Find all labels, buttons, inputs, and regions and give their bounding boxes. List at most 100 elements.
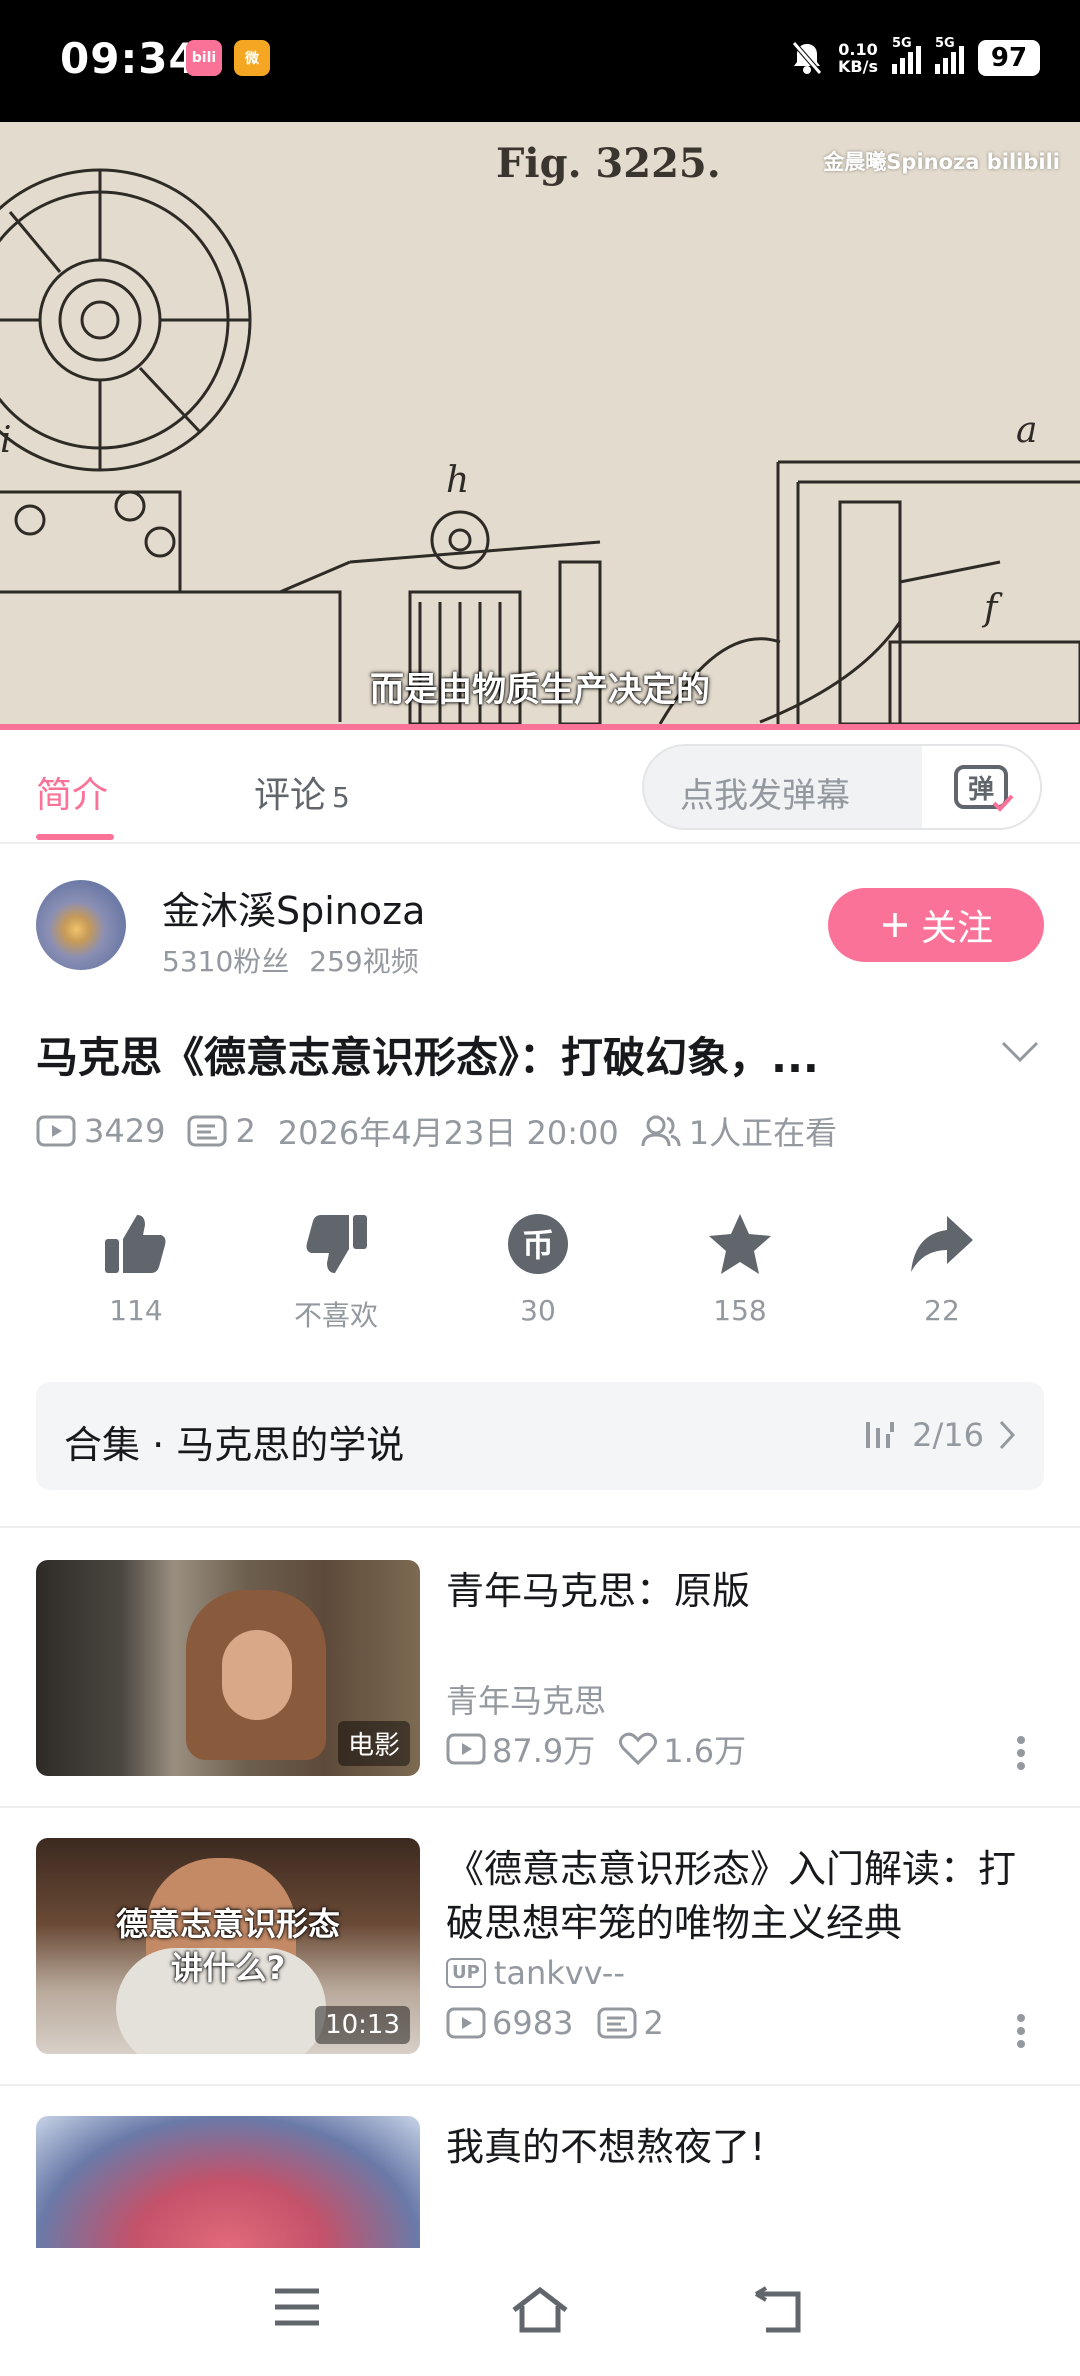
related-video-title: 青年马克思：原版 (446, 1569, 751, 1613)
thumbs-down-icon (306, 1215, 367, 1273)
star-icon (709, 1214, 771, 1274)
dislike-button[interactable]: 不喜欢 (266, 1206, 406, 1334)
related-video-title: 《德意志意识形态》入门解读：打破思想牢笼的唯物主义经典 (446, 1847, 1017, 1945)
danmaku-count-icon (187, 1115, 227, 1147)
viewers-icon (641, 1115, 681, 1147)
video-title: 马克思《德意志意识形态》：打破幻象，... (36, 1033, 819, 1082)
follow-label: 关注 (920, 908, 993, 949)
video-subtitle: 而是由物质生产决定的 (370, 670, 710, 710)
video-thumbnail: 电影 (36, 1560, 420, 1776)
view-count: 3429 (84, 1112, 166, 1150)
danmaku-input[interactable]: 点我发弹幕 弹 (642, 744, 1042, 830)
collection-card[interactable]: 合集 · 马克思的学说 2/16 (36, 1382, 1044, 1490)
thumbnail-text-line1: 德意志意识形态 (115, 1905, 340, 1943)
svg-text:h: h (446, 460, 469, 501)
mute-bell-icon (792, 41, 822, 75)
related-video-uploader: UP tankvv-- (446, 1954, 625, 1992)
menu-icon[interactable] (272, 2286, 322, 2328)
list-divider (0, 1806, 1080, 1808)
share-icon (911, 1216, 973, 1272)
more-options-icon[interactable] (1016, 2014, 1026, 2048)
video-watermark: 金晨曦Spinoza bilibili (823, 150, 1060, 174)
author-stats: 5310粉丝 259视频 (162, 940, 419, 980)
more-options-icon[interactable] (1016, 1736, 1026, 1770)
network-speed-unit: KB/s (838, 57, 878, 76)
author-avatar[interactable] (36, 880, 126, 970)
bilibili-notification-icon: bili (186, 40, 222, 76)
tab-comments-label: 评论 (254, 775, 327, 816)
author-name[interactable]: 金沐溪Spinoza (162, 880, 425, 935)
weibo-notification-icon: 微 (234, 40, 270, 76)
coin-count: 30 (520, 1294, 556, 1327)
battery-indicator: 97 (978, 40, 1040, 76)
chevron-down-icon[interactable] (1000, 1040, 1040, 1064)
playlist-icon (866, 1422, 895, 1448)
video-figure-label: Fig. 3225. (496, 140, 721, 187)
follow-button[interactable]: 关注 (828, 888, 1044, 962)
publish-time: 2026年4月23日 20:00 (277, 1114, 619, 1152)
action-bar: 114 不喜欢 币 30 158 22 (0, 1206, 1080, 1336)
favorite-button[interactable]: 158 (670, 1206, 810, 1327)
status-time: 09:34 (60, 34, 199, 83)
sim2-label: 5G (935, 36, 955, 51)
home-icon[interactable] (510, 2286, 570, 2334)
author-video-count: 259视频 (309, 945, 419, 978)
tab-comments[interactable]: 评论 5 (254, 766, 350, 818)
related-view-count: 6983 (492, 2004, 574, 2042)
danmaku-placeholder: 点我发弹幕 (680, 776, 850, 816)
related-video-2[interactable]: 德意志意识形态 讲什么? 10:13 《德意志意识形态》入门解读：打破思想牢笼的… (0, 1838, 1080, 2116)
section-divider (0, 1526, 1080, 1528)
svg-text:i: i (0, 420, 12, 461)
video-thumbnail (36, 2116, 420, 2248)
share-button[interactable]: 22 (872, 1206, 1012, 1327)
related-video-1[interactable]: 电影 青年马克思：原版 青年马克思 87.9万 1.6万 (0, 1560, 1080, 1838)
related-view-count: 87.9万 (492, 1732, 596, 1770)
video-frame-illustration: h a f i (0, 168, 1080, 724)
sim1-label: 5G (892, 36, 912, 51)
detail-tabs: 简介 评论 5 点我发弹幕 弹 (0, 730, 1080, 844)
watching-count: 1人正在看 (688, 1114, 838, 1152)
video-meta: 3429 2 2026年4月23日 20:00 1人正在看 (36, 1108, 859, 1154)
related-danmaku-count: 2 (643, 2004, 664, 2042)
coin-icon: 币 (508, 1214, 568, 1274)
network-speed: 0.10 KB/s (838, 41, 878, 75)
coin-button[interactable]: 币 30 (468, 1206, 608, 1327)
up-badge-icon: UP (446, 1958, 486, 1988)
play-count-icon (446, 2007, 486, 2039)
svg-text:a: a (1016, 410, 1037, 451)
signal-sim2-icon: 5G (935, 36, 964, 74)
share-count: 22 (924, 1294, 960, 1327)
danmaku-check-icon (992, 794, 1014, 812)
tab-active-indicator (36, 834, 114, 840)
svg-text:f: f (981, 588, 1003, 629)
video-thumbnail: 德意志意识形态 讲什么? 10:13 (36, 1838, 420, 2054)
danmaku-count: 2 (235, 1112, 256, 1150)
thumbnail-tag: 电影 (337, 1721, 410, 1766)
related-like-count: 1.6万 (663, 1732, 747, 1770)
chevron-right-icon (999, 1420, 1016, 1450)
tab-intro[interactable]: 简介 (36, 766, 108, 818)
back-icon[interactable] (752, 2286, 806, 2334)
uploader-name: tankvv-- (493, 1954, 625, 1992)
danmaku-button-label: 弹 (967, 774, 994, 805)
related-video-3[interactable]: 我真的不想熬夜了! (0, 2116, 1080, 2248)
danmaku-toggle-button[interactable]: 弹 (922, 746, 1040, 828)
author-followers: 5310粉丝 (162, 945, 290, 978)
system-nav-bar (0, 2248, 1080, 2376)
plus-icon (882, 913, 907, 937)
collection-progress: 2/16 (912, 1416, 984, 1454)
list-divider (0, 2084, 1080, 2086)
related-video-subtitle: 青年马克思 (446, 1682, 607, 1720)
video-duration: 10:13 (315, 2006, 410, 2044)
video-player[interactable]: h a f i Fig. 3225. 金晨曦Spinoza bilibili 而是由物… (0, 122, 1080, 724)
related-video-title: 我真的不想熬夜了! (446, 2125, 766, 2169)
like-count: 114 (109, 1294, 163, 1327)
svg-text:币: 币 (522, 1226, 554, 1264)
play-count-icon (36, 1115, 76, 1147)
thumbnail-text-line2: 讲什么? (170, 1949, 286, 1987)
thumbs-up-icon (105, 1215, 166, 1273)
play-count-icon (446, 1733, 486, 1765)
like-button[interactable]: 114 (66, 1206, 206, 1327)
collection-name: 合集 · 马克思的学说 (64, 1423, 405, 1467)
danmaku-count-icon (597, 2007, 637, 2039)
